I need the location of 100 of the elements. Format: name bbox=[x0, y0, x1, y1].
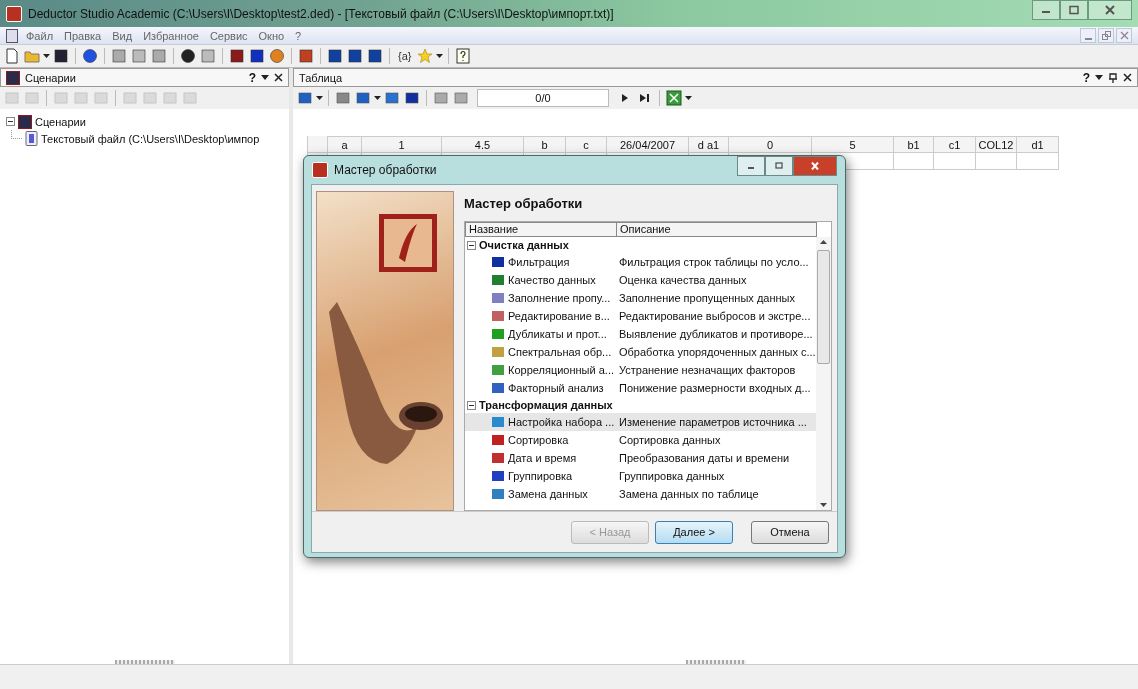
method-description: Изменение параметров источника ... bbox=[618, 416, 807, 428]
method-description: Группировка данных bbox=[618, 470, 725, 482]
maximize-button[interactable] bbox=[1060, 0, 1088, 20]
minimize-icon bbox=[1084, 37, 1092, 40]
splitter-handle[interactable] bbox=[114, 660, 175, 664]
group-label: Очистка данных bbox=[479, 239, 569, 251]
caret-icon[interactable] bbox=[261, 75, 269, 80]
list-row[interactable]: Факторный анализ Понижение размерности входных д... bbox=[465, 379, 816, 397]
new-file-icon[interactable] bbox=[4, 48, 20, 64]
method-description: Понижение размерности входных д... bbox=[618, 382, 811, 394]
caret-icon[interactable] bbox=[374, 96, 381, 100]
minimize-button[interactable] bbox=[1080, 28, 1096, 43]
tree-item[interactable]: Сценарии bbox=[35, 115, 86, 128]
method-name: Группировка bbox=[508, 470, 573, 482]
dialog-button[interactable]: Далее > bbox=[655, 520, 733, 544]
list-row[interactable]: Замена данных Замена данных по таблице bbox=[465, 485, 816, 503]
column-header[interactable]: 1 bbox=[362, 136, 442, 153]
column-header[interactable]: Название bbox=[465, 222, 617, 237]
method-name: Факторный анализ bbox=[508, 382, 604, 394]
help-button[interactable]: ? bbox=[248, 70, 256, 85]
spreadsheet-export-icon[interactable] bbox=[666, 90, 682, 106]
column-header[interactable]: b1 bbox=[894, 136, 934, 153]
list-row[interactable]: Фильтрация Фильтрация строк таблицы по усло... bbox=[465, 253, 816, 271]
method-name: Замена данных bbox=[508, 488, 588, 500]
close-icon bbox=[1104, 5, 1116, 15]
list-row[interactable]: Корреляционный а... Устранение незначащих факторов bbox=[465, 361, 816, 379]
method-name: Дубликаты и прот... bbox=[508, 328, 607, 340]
help-icon[interactable] bbox=[455, 48, 472, 64]
collapse-toggle[interactable] bbox=[6, 117, 15, 126]
restore-icon bbox=[1101, 31, 1111, 40]
column-header[interactable]: Описание bbox=[617, 222, 817, 237]
list-row[interactable]: Дата и время Преобразования даты и времени bbox=[465, 449, 816, 467]
column-header[interactable]: d1 bbox=[1017, 136, 1059, 153]
menu-item[interactable]: Сервис bbox=[209, 29, 248, 42]
column-header[interactable]: c bbox=[566, 136, 607, 153]
list-row[interactable]: Сортировка Сортировка данных bbox=[465, 431, 816, 449]
method-description: Устранение незначащих факторов bbox=[618, 364, 796, 376]
maximize-icon bbox=[1068, 5, 1080, 15]
method-name: Корреляционный а... bbox=[508, 364, 614, 376]
collapse-toggle[interactable] bbox=[467, 240, 476, 250]
menu-item[interactable]: Правка bbox=[64, 29, 102, 42]
close-icon[interactable] bbox=[274, 73, 283, 82]
method-description: Замена данных по таблице bbox=[618, 488, 759, 500]
caret-icon[interactable] bbox=[1095, 75, 1103, 80]
menu-item[interactable]: Файл bbox=[26, 29, 54, 42]
column-header[interactable]: 26/04/2007 bbox=[607, 136, 689, 153]
caret-icon[interactable] bbox=[316, 96, 323, 100]
document-icon[interactable] bbox=[6, 28, 18, 43]
app-icon bbox=[6, 5, 22, 22]
scrollbar[interactable] bbox=[815, 237, 831, 510]
method-name: Качество данных bbox=[508, 274, 596, 286]
table-cell bbox=[976, 153, 1017, 170]
maximize-button[interactable] bbox=[765, 156, 793, 176]
help-button[interactable]: ? bbox=[1082, 70, 1090, 85]
close-button[interactable] bbox=[1116, 28, 1132, 43]
collapse-toggle[interactable] bbox=[467, 400, 476, 410]
column-header[interactable]: a bbox=[328, 136, 362, 153]
minimize-button[interactable] bbox=[737, 156, 765, 176]
menu-item[interactable]: Вид bbox=[112, 29, 133, 42]
menu-item[interactable]: Окно bbox=[258, 29, 285, 42]
dialog-button[interactable]: Отмена bbox=[751, 520, 829, 544]
scroll-down-icon[interactable] bbox=[819, 503, 827, 507]
column-header[interactable]: 5 bbox=[812, 136, 894, 153]
list-row[interactable]: Заполнение пропу... Заполнение пропущенных данных bbox=[465, 289, 816, 307]
close-button[interactable] bbox=[793, 156, 837, 176]
star-icon[interactable] bbox=[417, 48, 434, 64]
scrollbar-thumb[interactable] bbox=[816, 250, 830, 364]
pin-icon[interactable] bbox=[1108, 72, 1118, 83]
method-name: Спектральная обр... bbox=[508, 346, 612, 358]
method-name: Сортировка bbox=[508, 434, 569, 446]
caret-icon[interactable] bbox=[685, 96, 692, 100]
scroll-up-icon[interactable] bbox=[819, 240, 827, 244]
restore-button[interactable] bbox=[1098, 28, 1114, 43]
minimize-button[interactable] bbox=[1032, 0, 1060, 20]
menu-item[interactable]: ? bbox=[295, 29, 302, 42]
column-header[interactable]: b bbox=[524, 136, 566, 153]
column-header[interactable]: 0 bbox=[729, 136, 812, 153]
variables-button[interactable]: {a} bbox=[396, 50, 414, 62]
list-row[interactable]: Спектральная обр... Обработка упорядоченных данных с... bbox=[465, 343, 816, 361]
splitter-handle[interactable] bbox=[685, 660, 746, 664]
record-counter-field[interactable]: 0/0 bbox=[477, 89, 609, 107]
tree-item[interactable]: Текстовый файл (C:\Users\I\Desktop\импор bbox=[41, 132, 260, 145]
list-row[interactable]: Группировка Группировка данных bbox=[465, 467, 816, 485]
list-row[interactable]: Дубликаты и прот... Выявление дубликатов и противоре... bbox=[465, 325, 816, 343]
table-cell bbox=[1017, 153, 1059, 170]
close-button[interactable] bbox=[1088, 0, 1132, 20]
caret-icon[interactable] bbox=[436, 54, 444, 58]
column-header[interactable]: d a1 bbox=[689, 136, 729, 153]
list-row[interactable]: Редактирование в... Редактирование выбросов и экстре... bbox=[465, 307, 816, 325]
group-label: Трансформация данных bbox=[479, 399, 613, 411]
close-icon[interactable] bbox=[1123, 73, 1132, 82]
column-header[interactable]: COL12 bbox=[976, 136, 1017, 153]
dialog-title: Мастер обработки bbox=[334, 163, 437, 177]
caret-icon[interactable] bbox=[43, 54, 50, 58]
list-row[interactable]: Качество данных Оценка качества данных bbox=[465, 271, 816, 289]
menu-item[interactable]: Избранное bbox=[143, 29, 199, 42]
list-row[interactable]: Настройка набора ... Изменение параметров источника ... bbox=[465, 413, 816, 431]
column-header[interactable]: c1 bbox=[934, 136, 976, 153]
column-header[interactable]: 4.5 bbox=[442, 136, 524, 153]
close-icon bbox=[1119, 31, 1129, 40]
